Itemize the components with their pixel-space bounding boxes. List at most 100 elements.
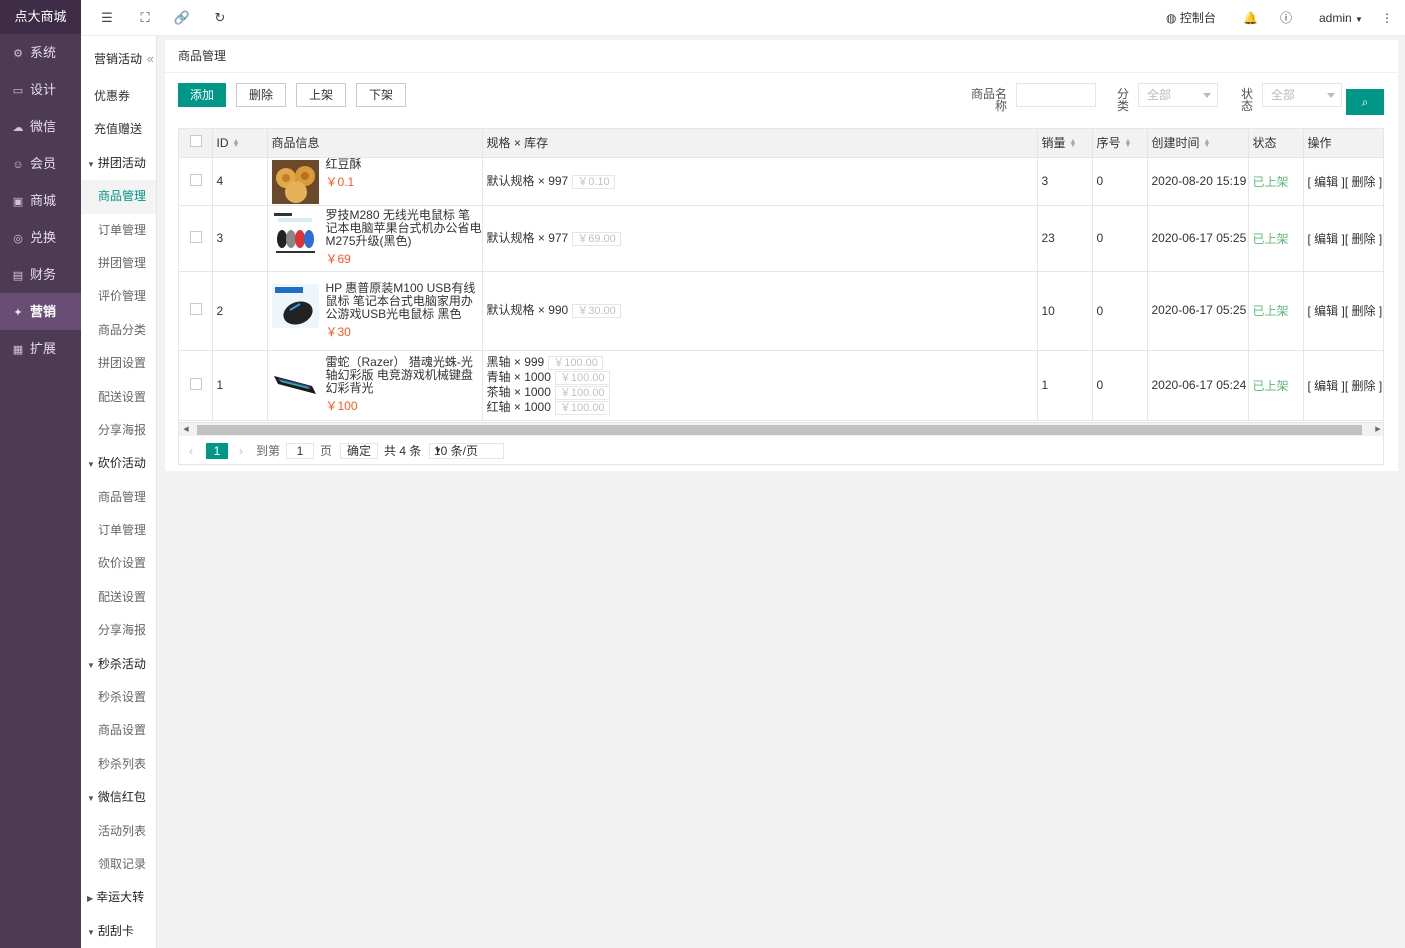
sort-icon[interactable]: ▲ ▼ <box>233 138 240 149</box>
horizontal-scrollbar[interactable]: ◀ ▶ <box>179 422 1383 437</box>
subnav-item[interactable]: 配送设置 <box>81 581 156 614</box>
name-filter-input[interactable] <box>1016 83 1096 107</box>
subnav-item[interactable]: ▼ 拼团活动 <box>81 147 156 180</box>
row-checkbox[interactable] <box>190 230 202 243</box>
subnav-item[interactable]: 秒杀列表 <box>81 748 156 781</box>
delete-button[interactable]: 删除 <box>236 83 286 107</box>
prev-page-icon[interactable]: ‹ <box>189 437 193 464</box>
table-row[interactable]: 2 HP 惠普原装M100 USB有线鼠标 笔记本台式电脑家用办公游戏USB光电鼠… <box>179 271 1383 351</box>
subnav-item-label: 分享海报 <box>98 623 147 638</box>
spec-price: ￥100.00 <box>554 386 610 400</box>
sidebar-item-2[interactable]: ☁ 微信 <box>0 108 81 145</box>
app-logo[interactable]: 点大商城 <box>0 0 81 34</box>
sort-icon[interactable]: ▲ ▼ <box>1070 138 1077 149</box>
delete-link[interactable]: [ 删除 ] <box>1345 175 1382 189</box>
sort-icon[interactable]: ▲ ▼ <box>1204 138 1211 149</box>
goto-confirm-button[interactable]: 确定 <box>340 443 379 459</box>
link-icon[interactable]: 🔗 <box>173 9 191 27</box>
sidebar-item-4[interactable]: ▣ 商城 <box>0 182 81 219</box>
column-header-sales[interactable]: 销量 ▲ ▼ <box>1037 129 1093 158</box>
subnav-item[interactable]: 商品设置 <box>81 714 156 747</box>
subnav-item[interactable]: ▶ 幸运大转 <box>81 881 156 914</box>
subnav-item[interactable]: 分享海报 <box>81 614 156 647</box>
edit-link[interactable]: [ 编辑 ] <box>1308 379 1345 393</box>
goto-page-input[interactable]: 1 <box>286 443 314 459</box>
fullscreen-icon[interactable]: ⛶ <box>136 9 154 27</box>
sidebar-item-8[interactable]: ▦ 扩展 <box>0 330 81 367</box>
console-link[interactable]: ◍ 控制台 <box>1166 0 1216 36</box>
subnav-item[interactable]: 商品分类 <box>81 314 156 347</box>
subnav-item-label: 订单管理 <box>98 222 147 237</box>
subnav-item[interactable]: ▼ 秒杀活动 <box>81 648 156 681</box>
table-row[interactable]: 3 罗技M280 无线光电鼠标 笔记本电脑苹果台式机办公省电M275升级(黑色) ￥… <box>179 205 1383 272</box>
onshelf-button[interactable]: 上架 <box>296 83 346 107</box>
product-thumbnail[interactable] <box>271 160 319 204</box>
sidebar-item-5[interactable]: ◎ 兑换 <box>0 219 81 256</box>
subnav-item[interactable]: ▼ 砍价活动 <box>81 447 156 480</box>
subnav-item[interactable]: 订单管理 <box>81 514 156 547</box>
column-header-order[interactable]: 序号 ▲ ▼ <box>1092 129 1148 158</box>
select-all-checkbox[interactable] <box>190 135 202 148</box>
subnav-item[interactable]: 商品管理 <box>81 481 156 514</box>
per-page-select[interactable]: 10 条/页 ▼ <box>429 443 504 459</box>
add-button[interactable]: 添加 <box>178 83 226 107</box>
subnav-item[interactable]: 订单管理 <box>81 214 156 247</box>
sidebar-item-0[interactable]: ⚙ 系统 <box>0 34 81 71</box>
product-thumbnail[interactable] <box>271 211 319 255</box>
row-checkbox[interactable] <box>190 377 202 390</box>
table-row[interactable]: 4 红豆酥 ￥0.1 默认规格 × 997 ￥0.10 3 0 2020-08-20 15:1… <box>179 157 1383 206</box>
subnav-item-label: 砍价设置 <box>98 556 147 571</box>
more-icon[interactable]: ⋮ <box>1381 0 1393 36</box>
bell-icon[interactable]: 🔔 <box>1243 0 1258 36</box>
subnav-item[interactable]: 评价管理 <box>81 280 156 313</box>
next-page-icon[interactable]: › <box>239 437 243 464</box>
search-button[interactable]: ⌕ <box>1346 89 1384 115</box>
row-checkbox[interactable] <box>190 303 202 315</box>
subnav-item[interactable]: 拼团管理 <box>81 247 156 280</box>
subnav-item[interactable]: 秒杀设置 <box>81 681 156 714</box>
delete-link[interactable]: [ 删除 ] <box>1345 304 1382 318</box>
subnav-item[interactable]: 充值赠送 <box>81 113 156 146</box>
sort-icon[interactable]: ▲ ▼ <box>1125 138 1132 149</box>
column-header-created[interactable]: 创建时间 ▲ ▼ <box>1147 129 1249 158</box>
marketing-icon: ✦ <box>13 307 23 319</box>
subnav-item[interactable]: 配送设置 <box>81 381 156 414</box>
subnav-item[interactable]: 商品管理 <box>81 180 156 214</box>
subnav-item[interactable]: 领取记录 <box>81 848 156 881</box>
category-select[interactable]: 全部 <box>1138 83 1218 107</box>
edit-link[interactable]: [ 编辑 ] <box>1308 304 1345 318</box>
table-row[interactable]: 1 雷蛇（Razer） 猎魂光蛛-光轴幻彩版 电竞游戏机械键盘 幻彩背光 ￥100 黑… <box>179 350 1383 421</box>
help-icon[interactable]: ⓘ <box>1280 0 1292 36</box>
subnav-item[interactable]: 拼团设置 <box>81 347 156 380</box>
product-thumbnail[interactable] <box>271 283 319 328</box>
delete-link[interactable]: [ 删除 ] <box>1345 379 1382 393</box>
status-cell: 已上架 <box>1248 271 1304 351</box>
menu-toggle-icon[interactable]: ☰ <box>98 9 116 27</box>
scroll-right-icon[interactable]: ▶ <box>1371 423 1383 437</box>
subnav-item[interactable]: 分享海报 <box>81 414 156 447</box>
created-cell: 2020-06-17 05:24 <box>1147 350 1249 421</box>
sidebar-item-6[interactable]: ▤ 财务 <box>0 256 81 293</box>
page-number-current[interactable]: 1 <box>206 443 228 459</box>
user-menu[interactable]: admin ▼ <box>1319 0 1363 36</box>
status-select[interactable]: 全部 <box>1262 83 1342 107</box>
sidebar-item-3[interactable]: ☺ 会员 <box>0 145 81 182</box>
scroll-left-icon[interactable]: ◀ <box>179 423 193 437</box>
edit-link[interactable]: [ 编辑 ] <box>1308 175 1345 189</box>
collapse-icon[interactable]: « <box>147 38 154 80</box>
subnav-item[interactable]: ▼ 微信红包 <box>81 781 156 814</box>
delete-link[interactable]: [ 删除 ] <box>1345 232 1382 246</box>
subnav-item[interactable]: ▼ 刮刮卡 <box>81 915 156 948</box>
refresh-icon[interactable]: ↻ <box>211 9 229 27</box>
subnav-item[interactable]: 砍价设置 <box>81 547 156 580</box>
scrollbar-thumb[interactable] <box>197 425 1362 435</box>
subnav-item[interactable]: 活动列表 <box>81 815 156 848</box>
row-checkbox[interactable] <box>190 173 202 186</box>
subnav-item[interactable]: 优惠券 <box>81 80 156 113</box>
column-header-id[interactable]: ID ▲ ▼ <box>212 129 268 158</box>
product-thumbnail[interactable] <box>271 358 319 402</box>
sidebar-item-7[interactable]: ✦ 营销 <box>0 293 81 330</box>
sidebar-item-1[interactable]: ▭ 设计 <box>0 71 81 108</box>
offshelf-button[interactable]: 下架 <box>356 83 406 107</box>
edit-link[interactable]: [ 编辑 ] <box>1308 232 1345 246</box>
